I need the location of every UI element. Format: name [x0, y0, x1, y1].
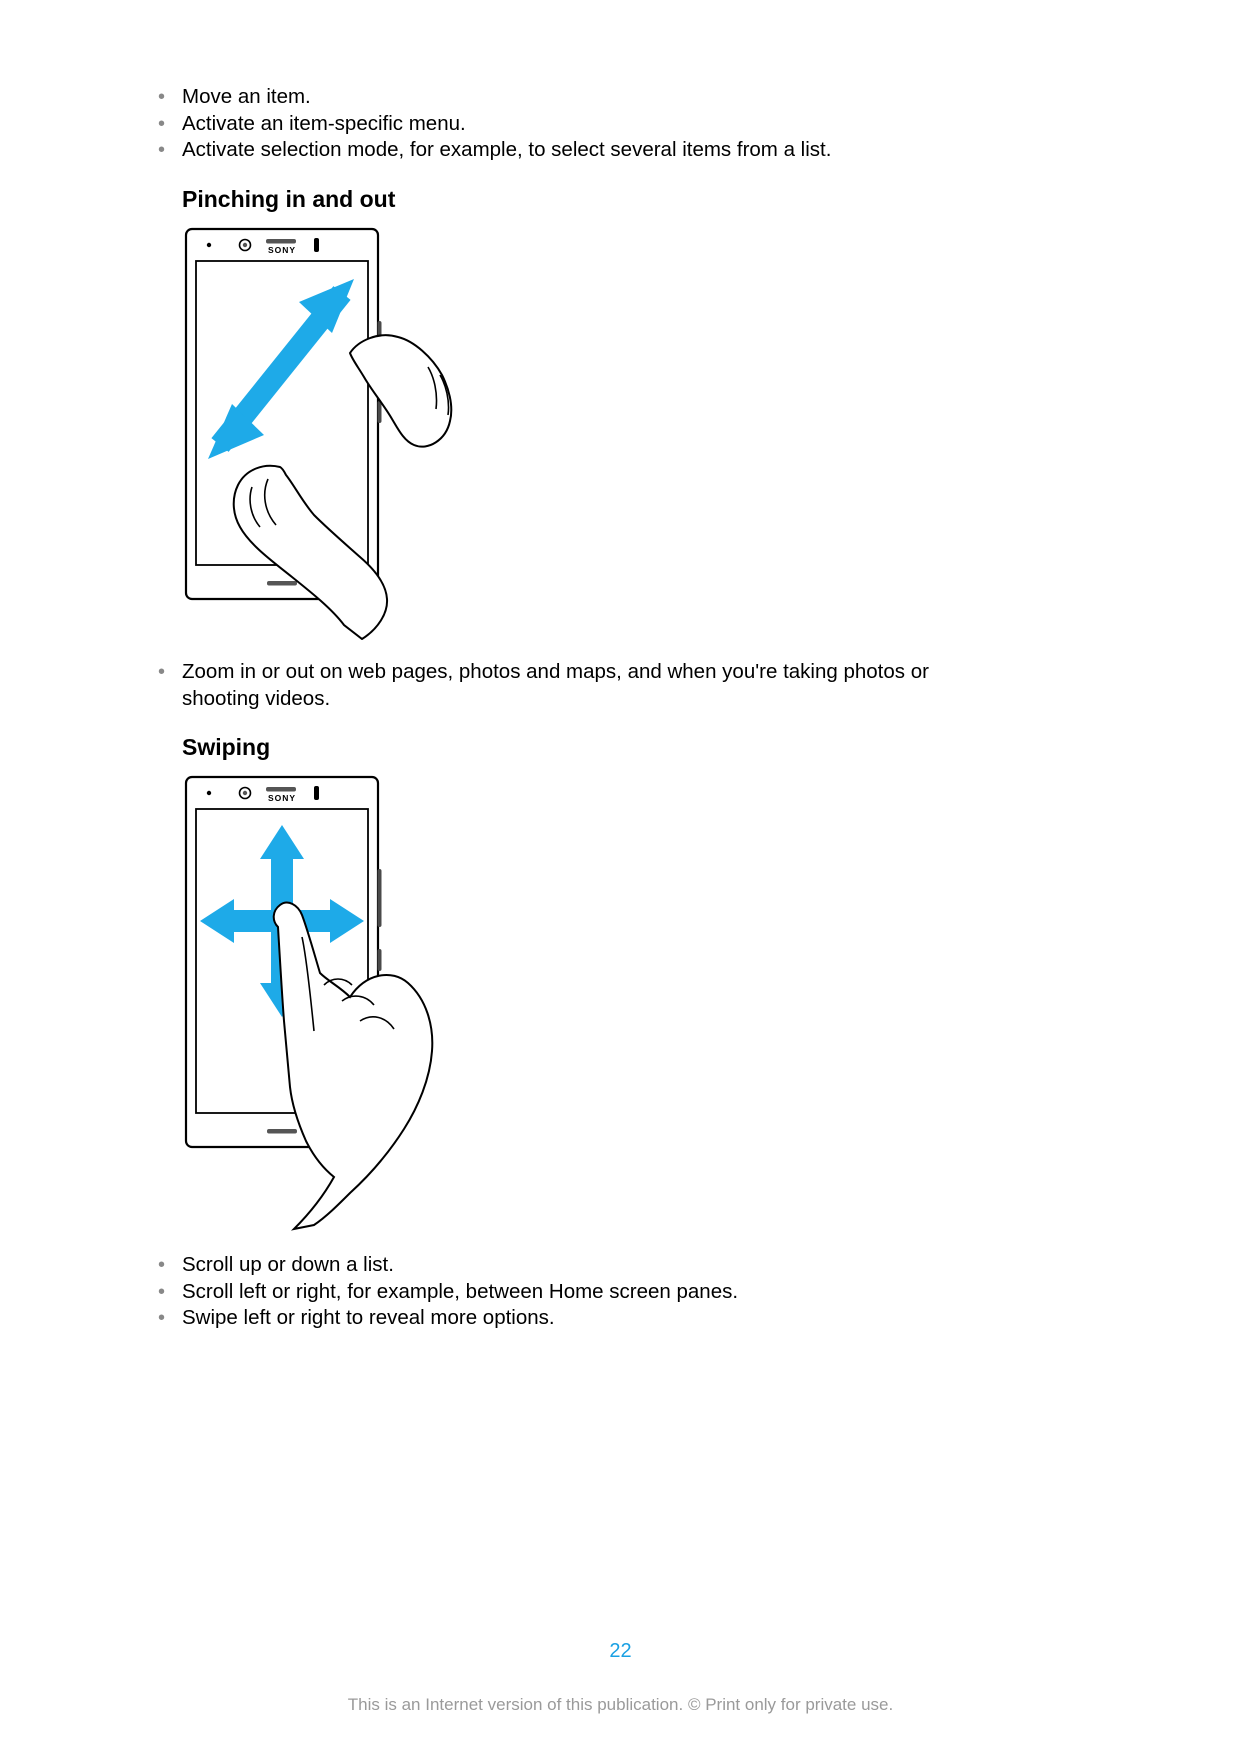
list-item: Scroll left or right, for example, betwe… [154, 1279, 1086, 1306]
swipe-illustration-svg: SONY [182, 773, 662, 1233]
footer-note: This is an Internet version of this publ… [0, 1695, 1241, 1715]
illustration-pinching: SONY [182, 225, 1086, 645]
heading-swiping: Swiping [182, 734, 1086, 761]
page-number: 22 [0, 1640, 1241, 1663]
illustration-swiping: SONY [182, 773, 1086, 1238]
list-item: Activate selection mode, for example, to… [154, 137, 1086, 164]
document-page: Move an item. Activate an item-specific … [0, 0, 1241, 1754]
list-item: Swipe left or right to reveal more optio… [154, 1305, 1086, 1332]
phone-brand-label: SONY [268, 245, 296, 255]
list-item: Scroll up or down a list. [154, 1252, 1086, 1279]
pinch-illustration-svg: SONY [182, 225, 662, 640]
list-item: Move an item. [154, 84, 1086, 111]
heading-pinching: Pinching in and out [182, 186, 1086, 213]
list-item: Activate an item-specific menu. [154, 111, 1086, 138]
list-item: Zoom in or out on web pages, photos and … [154, 659, 962, 712]
bullet-list-top: Move an item. Activate an item-specific … [154, 84, 1086, 164]
bullet-list-swipe: Scroll up or down a list. Scroll left or… [154, 1252, 1086, 1332]
bullet-list-pinch: Zoom in or out on web pages, photos and … [154, 659, 1086, 712]
phone-brand-label: SONY [268, 793, 296, 803]
page-content: Move an item. Activate an item-specific … [154, 84, 1086, 1350]
